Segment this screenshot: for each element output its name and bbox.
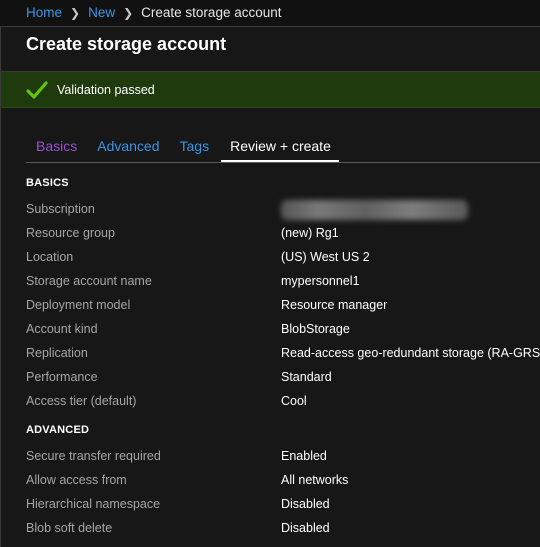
row-label: Blob soft delete <box>26 521 113 535</box>
row-label: Access tier (default) <box>26 394 137 408</box>
summary-row-hierarchical-namespace: Hierarchical namespace Disabled <box>26 497 536 515</box>
tab-advanced[interactable]: Advanced <box>97 134 159 157</box>
summary-row-allow-access-from: Allow access from All networks <box>26 473 536 491</box>
create-storage-panel: Create storage account Validation passed… <box>0 26 540 547</box>
row-label: Deployment model <box>26 298 131 312</box>
breadcrumb: Home ❯ New ❯ Create storage account <box>26 5 282 20</box>
summary-row-deployment-model: Deployment model Resource manager <box>26 298 536 316</box>
breadcrumb-current: Create storage account <box>141 5 282 20</box>
row-label: Subscription <box>26 202 95 216</box>
row-value: mypersonnel1 <box>281 274 360 288</box>
validation-banner: Validation passed <box>1 71 540 108</box>
summary-row-blob-soft-delete: Blob soft delete Disabled <box>26 521 536 539</box>
summary-row-secure-transfer: Secure transfer required Enabled <box>26 449 536 467</box>
summary-row-replication: Replication Read-access geo-redundant st… <box>26 346 540 364</box>
summary-row-performance: Performance Standard <box>26 370 536 388</box>
row-value: Enabled <box>281 449 327 463</box>
row-value: Read-access geo-redundant storage (RA-GR… <box>281 346 540 360</box>
tab-basics[interactable]: Basics <box>36 134 77 157</box>
summary-row-resource-group: Resource group (new) Rg1 <box>26 226 536 244</box>
row-label: Allow access from <box>26 473 127 487</box>
page-title: Create storage account <box>26 34 227 54</box>
summary-row-subscription: Subscription <box>26 200 536 220</box>
breadcrumb-home-link[interactable]: Home <box>26 5 62 20</box>
summary-row-account-kind: Account kind BlobStorage <box>26 322 536 340</box>
row-label: Performance <box>26 370 98 384</box>
row-value: Resource manager <box>281 298 388 312</box>
chevron-right-icon: ❯ <box>123 5 134 20</box>
row-value: BlobStorage <box>281 322 350 336</box>
summary-row-location: Location (US) West US 2 <box>26 250 536 268</box>
summary-row-access-tier: Access tier (default) Cool <box>26 394 536 412</box>
row-value: Standard <box>281 370 332 384</box>
row-value: Disabled <box>281 521 330 535</box>
validation-message: Validation passed <box>57 82 155 97</box>
row-value: (new) Rg1 <box>281 226 339 240</box>
breadcrumb-new-link[interactable]: New <box>88 5 115 20</box>
row-label: Resource group <box>26 226 115 240</box>
checkmark-icon <box>26 79 48 101</box>
redacted-subscription-value <box>281 200 468 220</box>
advanced-section-title: ADVANCED <box>26 424 90 436</box>
row-label: Replication <box>26 346 88 360</box>
basics-section-title: BASICS <box>26 177 69 189</box>
row-value: All networks <box>281 473 349 487</box>
tab-tags[interactable]: Tags <box>180 134 210 157</box>
row-label: Account kind <box>26 322 98 336</box>
tab-bar: Basics Advanced Tags Review + create <box>26 134 540 163</box>
row-label: Location <box>26 250 74 264</box>
summary-row-storage-account-name: Storage account name mypersonnel1 <box>26 274 536 292</box>
row-label: Storage account name <box>26 274 152 288</box>
row-value: (US) West US 2 <box>281 250 370 264</box>
chevron-right-icon: ❯ <box>70 5 81 20</box>
row-label: Hierarchical namespace <box>26 497 161 511</box>
row-value: Disabled <box>281 497 330 511</box>
row-label: Secure transfer required <box>26 449 161 463</box>
tab-review-create[interactable]: Review + create <box>221 134 339 162</box>
row-value: Cool <box>281 394 307 408</box>
